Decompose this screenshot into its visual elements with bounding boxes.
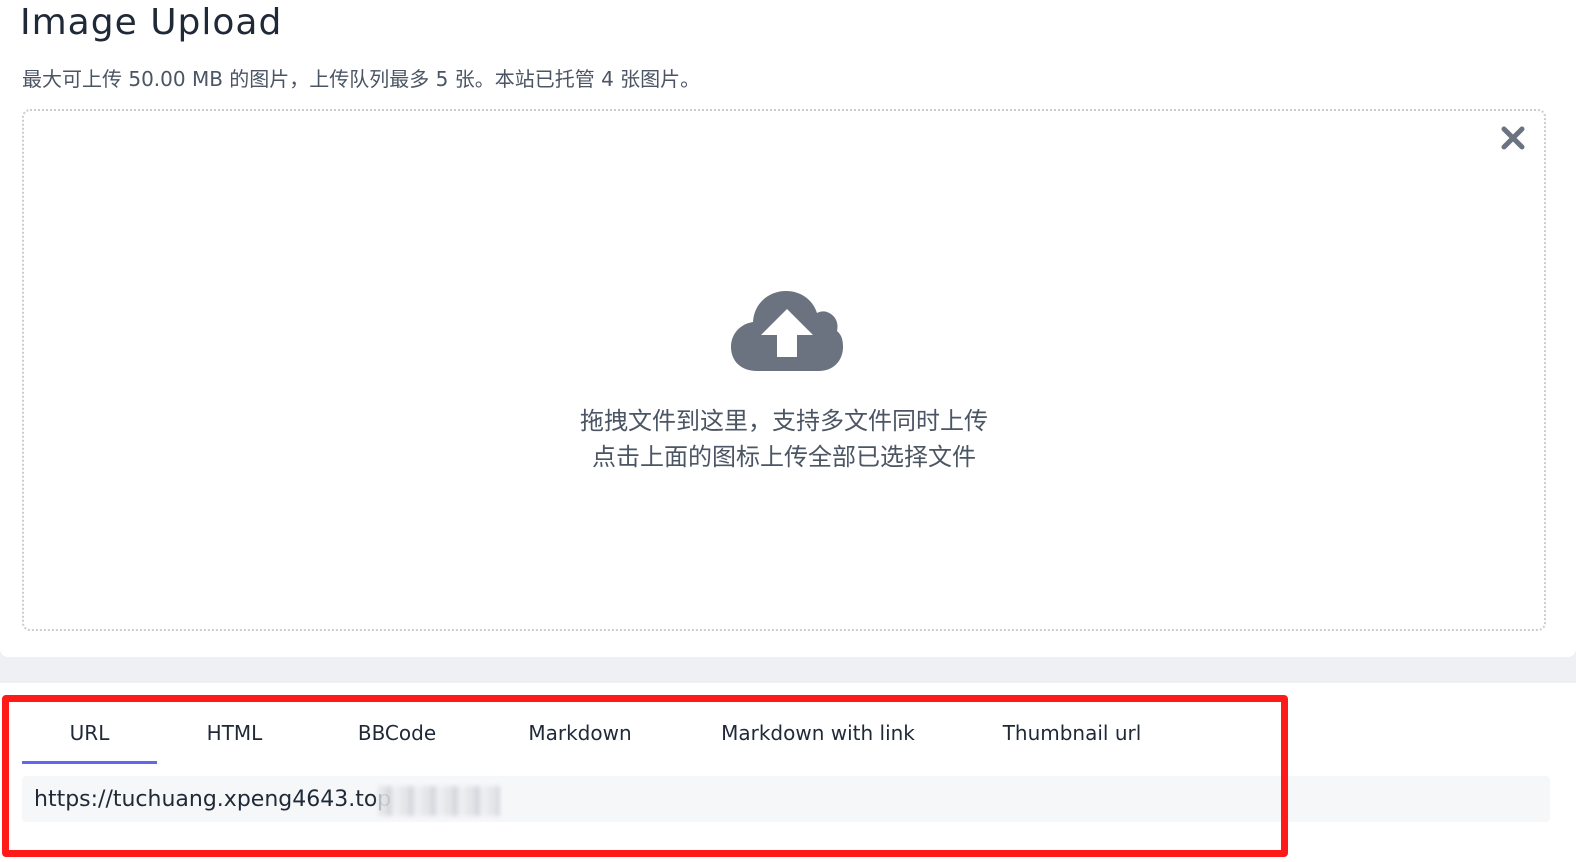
tab-markdown-with-link[interactable]: Markdown with link bbox=[698, 701, 938, 761]
tab-markdown[interactable]: Markdown bbox=[508, 701, 652, 761]
cloud-upload-icon[interactable] bbox=[729, 289, 845, 373]
tab-html[interactable]: HTML bbox=[182, 701, 287, 761]
tab-thumbnail-url[interactable]: Thumbnail url bbox=[987, 701, 1157, 761]
tab-url[interactable]: URL bbox=[22, 701, 157, 764]
blurred-url-path bbox=[378, 786, 500, 816]
url-output-text[interactable]: https://tuchuang.xpeng4643.top bbox=[34, 776, 391, 824]
dropzone-instruction: 拖拽文件到这里，支持多文件同时上传 bbox=[580, 407, 988, 435]
tab-bbcode[interactable]: BBCode bbox=[332, 701, 462, 761]
url-output-field[interactable]: https://tuchuang.xpeng4643.top bbox=[22, 776, 1550, 822]
upload-card: Image Upload 最大可上传 50.00 MB 的图片，上传队列最多 5… bbox=[0, 0, 1576, 657]
close-icon[interactable] bbox=[1500, 125, 1526, 151]
upload-limits-text: 最大可上传 50.00 MB 的图片，上传队列最多 5 张。本站已托管 4 张图… bbox=[22, 67, 701, 91]
page-title: Image Upload bbox=[20, 2, 283, 43]
dropzone-hint: 点击上面的图标上传全部已选择文件 bbox=[592, 443, 976, 471]
dropzone[interactable]: 拖拽文件到这里，支持多文件同时上传 点击上面的图标上传全部已选择文件 bbox=[22, 109, 1546, 631]
result-card: URL HTML BBCode Markdown Markdown with l… bbox=[0, 683, 1576, 862]
